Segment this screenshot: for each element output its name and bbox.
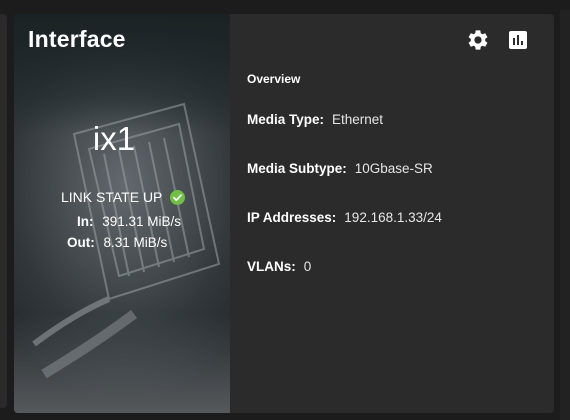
interface-widget-card: Interface ix1 LINK STATE UP In: 391.31 M… [14,14,554,413]
traffic-out-label: Out: [67,235,95,250]
scrollbar-track[interactable] [560,10,570,420]
media-subtype-field: Media Subtype: 10Gbase-SR [247,161,433,176]
traffic-in-row: In: 391.31 MiB/s [77,214,181,229]
media-type-field: Media Type: Ethernet [247,112,383,127]
interface-name: ix1 [92,120,136,157]
vlans-field: VLANs: 0 [247,259,311,274]
vlans-value: 0 [303,259,312,274]
ip-addresses-label: IP Addresses: [247,210,337,225]
card-title: Interface [28,26,126,52]
interface-summary-panel: Interface ix1 LINK STATE UP In: 391.31 M… [14,14,230,413]
interface-details-panel: Overview Media Type: Ethernet Media Subty… [230,14,554,413]
link-state-status: LINK STATE UP [61,189,186,205]
overview-heading: Overview [247,72,301,86]
media-subtype-value: 10Gbase-SR [354,161,433,176]
media-type-value: Ethernet [332,112,384,127]
vlans-label: VLANs: [247,259,296,274]
traffic-in-value: 391.31 MiB/s [102,214,182,229]
ip-addresses-field: IP Addresses: 192.168.1.33/24 [247,210,442,225]
media-subtype-label: Media Subtype: [247,161,347,176]
bar-chart-icon[interactable] [506,28,530,52]
ip-addresses-value: 192.168.1.33/24 [344,210,442,225]
traffic-out-row: Out: 8.31 MiB/s [67,235,167,250]
media-type-label: Media Type: [247,112,325,127]
link-state-label: LINK STATE UP [61,189,163,205]
gear-icon[interactable] [466,28,490,52]
check-circle-icon [170,189,186,205]
adjacent-card-edge [0,14,7,408]
traffic-out-value: 8.31 MiB/s [103,235,168,250]
traffic-in-label: In: [77,214,94,229]
